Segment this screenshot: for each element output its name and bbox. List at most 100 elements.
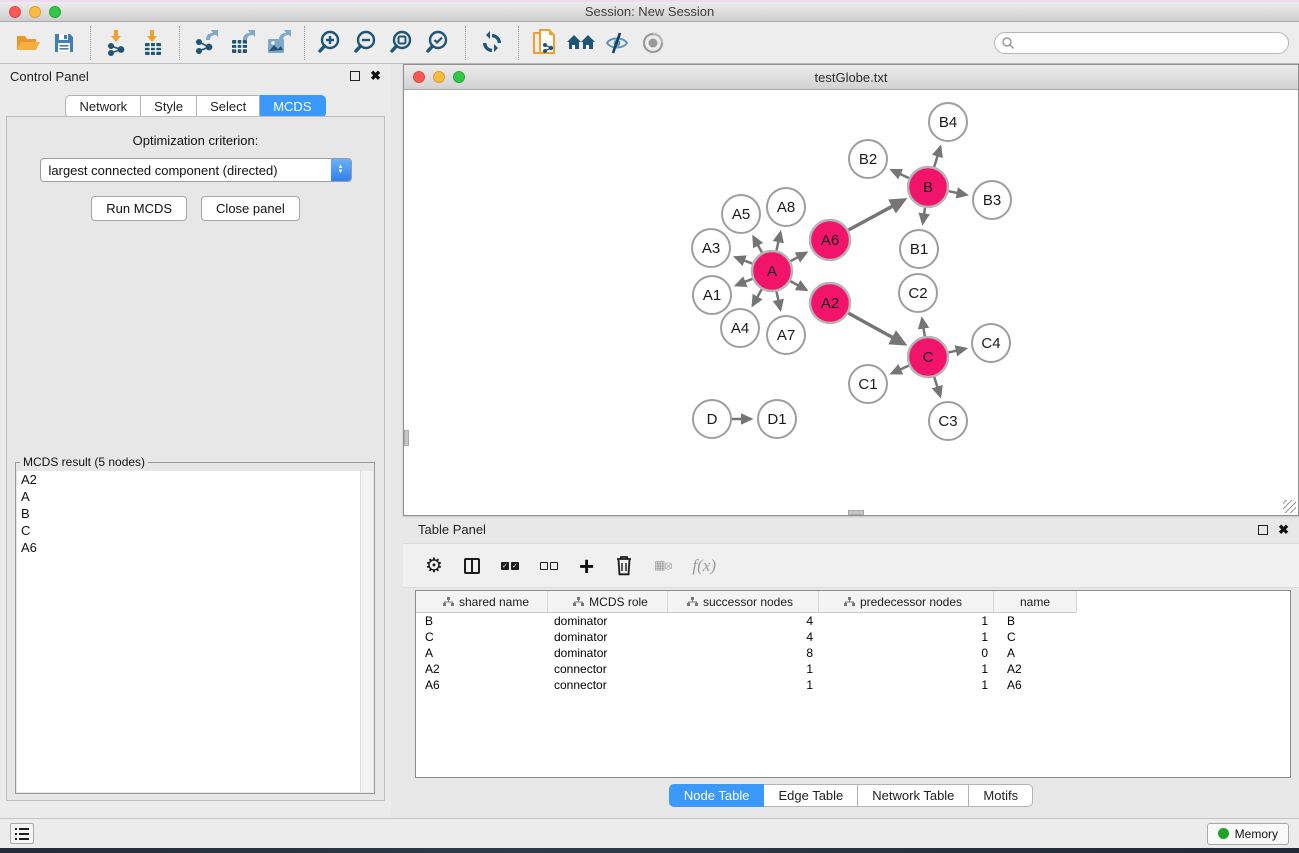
network-horizontal-scrollbar[interactable] xyxy=(404,510,1298,515)
task-history-button[interactable] xyxy=(10,823,34,844)
graph-edge-B-B1[interactable] xyxy=(923,208,925,223)
export-network-button[interactable] xyxy=(188,26,224,60)
window-resize-grip[interactable] xyxy=(1283,500,1296,513)
graph-edge-C-C2[interactable] xyxy=(922,319,925,337)
float-table-panel-icon[interactable] xyxy=(1258,525,1268,535)
desktop-background xyxy=(0,848,1299,853)
show-graphics-button[interactable] xyxy=(635,26,671,60)
export-image-button[interactable] xyxy=(260,26,296,60)
network-view-window: testGlobe.txt AA1A2A3A4A5A6A7A8BB1B2B3B4… xyxy=(403,64,1299,516)
graph-edge-A-A1[interactable] xyxy=(736,279,752,286)
tab-style[interactable]: Style xyxy=(141,95,197,118)
table-row[interactable]: A6connector11A6 xyxy=(416,677,1290,693)
graph-edge-A-A2[interactable] xyxy=(790,281,806,290)
table-row[interactable]: Bdominator41B xyxy=(416,613,1290,629)
column-header-successor-nodes[interactable]: successor nodes xyxy=(668,591,819,613)
toolbar-separator xyxy=(304,26,305,60)
result-item[interactable]: C xyxy=(17,522,373,539)
graph-edge-A-A5[interactable] xyxy=(753,237,762,253)
memory-label: Memory xyxy=(1235,827,1278,841)
zoom-out-button[interactable] xyxy=(349,26,385,60)
float-panel-icon[interactable] xyxy=(350,71,360,81)
delete-column-button[interactable] xyxy=(615,555,633,576)
export-table-icon xyxy=(229,30,255,56)
column-type-icon xyxy=(844,597,855,607)
graph-edge-A2-C[interactable] xyxy=(848,313,904,344)
graph-edge-C-C1[interactable] xyxy=(892,366,909,374)
select-all-button[interactable]: ✓✓ xyxy=(501,562,519,570)
graph-edge-A6-B[interactable] xyxy=(848,200,904,230)
tab-edge-table[interactable]: Edge Table xyxy=(764,784,858,807)
graph-edge-A-A8[interactable] xyxy=(776,232,780,250)
table-settings-button[interactable]: ⚙ xyxy=(425,556,443,576)
hide-graphics-button[interactable] xyxy=(599,26,635,60)
toolbar-search-field[interactable] xyxy=(994,32,1289,54)
eye-slash-icon xyxy=(604,31,630,55)
import-network-button[interactable] xyxy=(99,26,135,60)
table-row[interactable]: Adominator80A xyxy=(416,645,1290,661)
save-session-button[interactable] xyxy=(46,26,82,60)
memory-button[interactable]: Memory xyxy=(1207,823,1289,845)
graph-edge-C-C3[interactable] xyxy=(934,377,940,396)
result-item[interactable]: B xyxy=(17,505,373,522)
close-panel-icon[interactable]: ✖ xyxy=(370,71,381,81)
copy-network-button[interactable] xyxy=(527,26,563,60)
result-scrollbar[interactable] xyxy=(360,471,373,792)
save-floppy-icon xyxy=(53,32,75,54)
result-item[interactable]: A xyxy=(17,488,373,505)
optimization-criterion-select[interactable]: largest connected component (directed) ▲… xyxy=(40,158,352,182)
zoom-selected-button[interactable] xyxy=(421,26,457,60)
result-item[interactable]: A6 xyxy=(17,539,373,556)
graph-edge-A-A4[interactable] xyxy=(753,289,762,305)
zoom-in-button[interactable] xyxy=(313,26,349,60)
graph-edge-B-B4[interactable] xyxy=(934,147,940,167)
gear-icon: ⚙ xyxy=(425,556,443,576)
column-header-name[interactable]: name xyxy=(994,591,1077,613)
graph-edge-A-A6[interactable] xyxy=(791,253,807,261)
network-graph[interactable]: AA1A2A3A4A5A6A7A8BB1B2B3B4CC1C2C3C4DD1 xyxy=(404,90,1298,514)
delete-table-button[interactable]: ▦⦻ xyxy=(654,558,671,573)
home-button[interactable] xyxy=(563,26,599,60)
result-item[interactable]: A2 xyxy=(17,471,373,488)
table-row[interactable]: Cdominator41C xyxy=(416,629,1290,645)
plus-icon: + xyxy=(579,555,594,577)
graph-node-label-B2: B2 xyxy=(859,151,877,168)
tab-mcds[interactable]: MCDS xyxy=(260,95,325,118)
optimization-criterion-label: Optimization criterion: xyxy=(7,133,384,148)
apply-layout-button[interactable] xyxy=(474,26,510,60)
zoom-fit-button[interactable] xyxy=(385,26,421,60)
show-columns-button[interactable] xyxy=(464,558,480,574)
search-input[interactable] xyxy=(1015,34,1288,52)
column-header-shared-name[interactable]: shared name xyxy=(416,591,548,613)
graph-edge-A-A7[interactable] xyxy=(776,292,780,310)
graph-node-label-A4: A4 xyxy=(731,320,749,337)
graph-node-label-A1: A1 xyxy=(703,287,721,304)
graph-edge-B-B2[interactable] xyxy=(892,170,909,178)
mcds-result-title: MCDS result (5 nodes) xyxy=(20,455,148,469)
tab-node-table[interactable]: Node Table xyxy=(669,784,765,807)
column-header-mcds-role[interactable]: MCDS role xyxy=(548,591,668,613)
open-session-button[interactable] xyxy=(10,26,46,60)
mcds-result-list[interactable]: A2 A B C A6 xyxy=(17,471,373,792)
tab-select[interactable]: Select xyxy=(197,95,260,118)
function-builder-button[interactable]: f(x) xyxy=(692,556,716,576)
export-table-button[interactable] xyxy=(224,26,260,60)
network-vertical-scrollbar[interactable] xyxy=(404,90,409,515)
network-canvas[interactable]: AA1A2A3A4A5A6A7A8BB1B2B3B4CC1C2C3C4DD1 xyxy=(404,90,1298,515)
app-titlebar: Session: New Session xyxy=(0,0,1299,22)
import-table-button[interactable] xyxy=(135,26,171,60)
close-table-panel-icon[interactable]: ✖ xyxy=(1278,525,1289,535)
column-header-predecessor-nodes[interactable]: predecessor nodes xyxy=(819,591,994,613)
tab-motifs[interactable]: Motifs xyxy=(969,784,1033,807)
graph-edge-A-A3[interactable] xyxy=(735,257,752,263)
add-column-button[interactable]: + xyxy=(579,555,594,577)
table-row[interactable]: A2connector11A2 xyxy=(416,661,1290,677)
close-panel-button[interactable]: Close panel xyxy=(201,196,300,221)
graph-edge-C-C4[interactable] xyxy=(948,349,965,353)
run-mcds-button[interactable]: Run MCDS xyxy=(91,196,187,221)
tab-network[interactable]: Network xyxy=(65,95,141,118)
deselect-all-button[interactable] xyxy=(540,562,558,570)
graph-edge-B-B3[interactable] xyxy=(949,191,967,195)
toolbar-separator xyxy=(90,26,91,60)
tab-network-table[interactable]: Network Table xyxy=(858,784,969,807)
